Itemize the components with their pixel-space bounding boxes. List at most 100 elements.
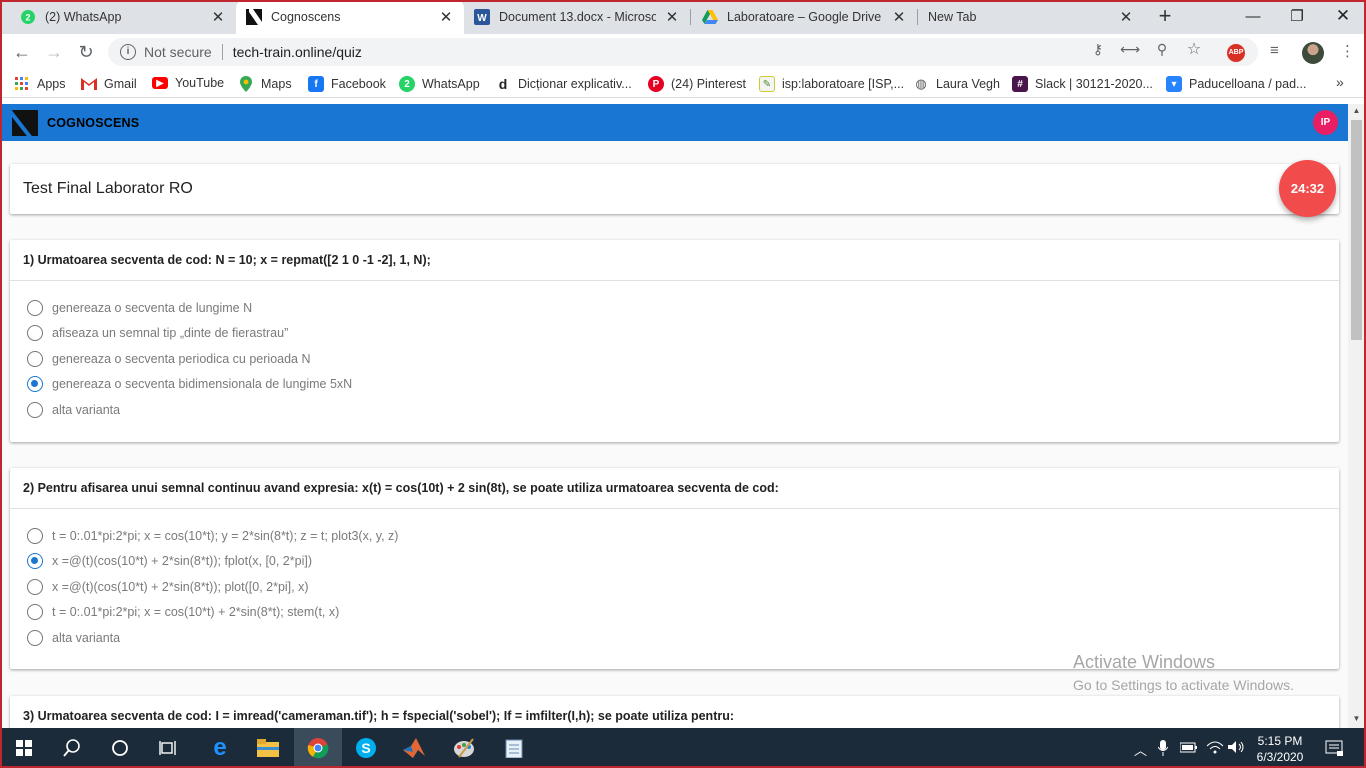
bookmark-apps[interactable]: Apps	[14, 76, 66, 92]
cognoscens-icon	[246, 9, 262, 25]
radio-button[interactable]	[27, 604, 43, 621]
bookmark-bitbucket[interactable]: ▾ Paducelloana / pad...	[1166, 76, 1306, 92]
quiz-title-card: Test Final Laborator RO	[10, 164, 1339, 214]
close-tab-icon[interactable]: ✕	[210, 8, 226, 26]
maximize-button[interactable]: ❐	[1274, 0, 1320, 32]
forward-button[interactable]: →	[42, 40, 66, 64]
answer-option[interactable]: genereaza o secventa bidimensionala de l…	[27, 372, 1339, 398]
scroll-up-arrow-icon[interactable]: ▲	[1351, 106, 1362, 115]
answer-option[interactable]: afiseaza un semnal tip „dinte de fierast…	[27, 321, 1339, 347]
globe-icon: ◍	[915, 76, 927, 91]
minimize-button[interactable]: —	[1230, 0, 1276, 32]
volume-icon[interactable]	[1228, 740, 1246, 757]
matlab-icon[interactable]	[390, 728, 438, 768]
radio-button-selected[interactable]	[27, 376, 43, 393]
bookmark-dictionar[interactable]: d Dicționar explicativ...	[495, 76, 632, 92]
radio-button[interactable]	[27, 578, 43, 595]
task-view-icon[interactable]	[144, 728, 192, 768]
profile-avatar[interactable]	[1302, 42, 1324, 64]
option-label: genereaza o secventa bidimensionala de l…	[52, 377, 353, 392]
tab-document[interactable]: W Document 13.docx - Microsoft ✕	[464, 0, 690, 34]
option-label: genereaza o secventa de lungime N	[52, 300, 253, 315]
answer-option[interactable]: x =@(t)(cos(10*t) + 2*sin(8*t)); fplot(x…	[27, 549, 1339, 575]
menu-icon[interactable]: ⋮	[1340, 42, 1355, 60]
system-clock[interactable]: 5:15 PM 6/3/2020	[1250, 733, 1310, 765]
bookmark-label: Paducelloana / pad...	[1189, 77, 1307, 91]
radio-button[interactable]	[27, 325, 43, 342]
bookmark-slack[interactable]: # Slack | 30121-2020...	[1012, 76, 1153, 92]
answer-option[interactable]: alta varianta	[27, 625, 1339, 651]
cognoscens-logo-icon[interactable]	[12, 109, 38, 136]
paint-icon[interactable]	[440, 728, 488, 768]
tab-new-tab[interactable]: New Tab ✕	[918, 0, 1144, 34]
bookmark-label: isp:laboratoare [ISP,...	[782, 77, 905, 91]
wifi-icon[interactable]	[1206, 740, 1224, 757]
battery-icon[interactable]	[1179, 740, 1198, 757]
option-label: t = 0:.01*pi:2*pi; x = cos(10*t); y = 2*…	[52, 528, 399, 543]
file-explorer-icon[interactable]	[244, 728, 292, 768]
tab-cognoscens[interactable]: Cognoscens ✕	[236, 0, 464, 34]
back-button[interactable]: ←	[10, 40, 34, 64]
answer-option[interactable]: t = 0:.01*pi:2*pi; x = cos(10*t); y = 2*…	[27, 523, 1339, 549]
bookmark-label: Slack | 30121-2020...	[1035, 77, 1153, 91]
radio-button[interactable]	[27, 401, 43, 418]
bitbucket-icon: ▾	[1166, 76, 1182, 92]
show-hidden-icons-icon[interactable]: ︿	[1134, 740, 1147, 759]
media-queue-icon[interactable]: ≡	[1270, 42, 1279, 59]
bookmark-laura-vegh[interactable]: ◍ Laura Vegh	[913, 76, 1000, 92]
bookmark-star-icon[interactable]: ☆	[1184, 39, 1204, 59]
info-icon[interactable]: i	[120, 44, 136, 60]
bookmark-youtube[interactable]: ▶ YouTube	[152, 76, 224, 90]
bookmark-label: Laura Vegh	[936, 77, 1000, 91]
cortana-icon[interactable]	[96, 728, 144, 768]
app-header: COGNOSCENS IP	[2, 104, 1348, 141]
answer-option[interactable]: t = 0:.01*pi:2*pi; x = cos(10*t) + 2*sin…	[27, 600, 1339, 626]
start-button[interactable]	[0, 728, 48, 768]
more-bookmarks-button[interactable]: »	[1336, 74, 1344, 90]
notepad-icon[interactable]	[490, 728, 538, 768]
close-window-button[interactable]: ✕	[1320, 0, 1366, 32]
zoom-icon[interactable]: ⚲	[1152, 41, 1172, 58]
action-center-icon[interactable]	[1325, 740, 1343, 759]
tab-title: (2) WhatsApp	[45, 10, 122, 24]
radio-button-selected[interactable]	[27, 553, 43, 570]
bookmark-pinterest[interactable]: P (24) Pinterest	[648, 76, 746, 92]
answer-option[interactable]: alta varianta	[27, 397, 1339, 423]
search-icon[interactable]	[48, 728, 96, 768]
clock-date: 6/3/2020	[1256, 750, 1304, 764]
slack-icon: #	[1012, 76, 1028, 92]
bookmark-gmail[interactable]: Gmail	[81, 76, 137, 92]
question-text: 3) Urmatoarea secventa de cod: I = imrea…	[10, 696, 1339, 728]
bookmark-isp[interactable]: ✎ isp:laboratoare [ISP,...	[759, 76, 904, 92]
scrollbar-thumb[interactable]	[1351, 120, 1362, 340]
radio-button[interactable]	[27, 350, 43, 367]
tab-whatsapp[interactable]: 2 (2) WhatsApp ✕	[10, 0, 236, 34]
bookmark-whatsapp[interactable]: 2 WhatsApp	[399, 76, 480, 92]
reload-button[interactable]: ↻	[74, 40, 98, 64]
scroll-down-arrow-icon[interactable]: ▼	[1351, 714, 1362, 723]
answer-option[interactable]: x =@(t)(cos(10*t) + 2*sin(8*t)); plot([0…	[27, 574, 1339, 600]
radio-button[interactable]	[27, 527, 43, 544]
answer-option[interactable]: genereaza o secventa de lungime N	[27, 295, 1339, 321]
microphone-icon[interactable]	[1157, 740, 1169, 759]
close-tab-icon[interactable]: ✕	[664, 8, 680, 26]
radio-button[interactable]	[27, 299, 43, 316]
close-tab-icon[interactable]: ✕	[891, 8, 907, 26]
skype-icon[interactable]: S	[342, 728, 390, 768]
bookmark-maps[interactable]: Maps	[238, 76, 292, 92]
bookmark-facebook[interactable]: f Facebook	[308, 76, 386, 92]
close-tab-icon[interactable]: ✕	[1118, 8, 1134, 26]
edge-icon[interactable]: e	[196, 728, 244, 768]
radio-button[interactable]	[27, 629, 43, 646]
address-bar[interactable]: i Not secure tech-train.online/quiz	[108, 38, 1258, 66]
tab-google-drive[interactable]: Laboratoare – Google Drive ✕	[692, 0, 917, 34]
translate-icon[interactable]: ⟷	[1120, 41, 1140, 58]
adblock-icon[interactable]: ABP	[1227, 44, 1245, 62]
close-tab-icon[interactable]: ✕	[438, 8, 454, 26]
url-text[interactable]: tech-train.online/quiz	[233, 44, 362, 60]
new-tab-button[interactable]: +	[1152, 4, 1178, 30]
answer-option[interactable]: genereaza o secventa periodica cu perioa…	[27, 346, 1339, 372]
chrome-icon[interactable]	[294, 728, 342, 768]
key-icon[interactable]: ⚷	[1088, 41, 1108, 58]
user-avatar[interactable]: IP	[1313, 110, 1338, 135]
